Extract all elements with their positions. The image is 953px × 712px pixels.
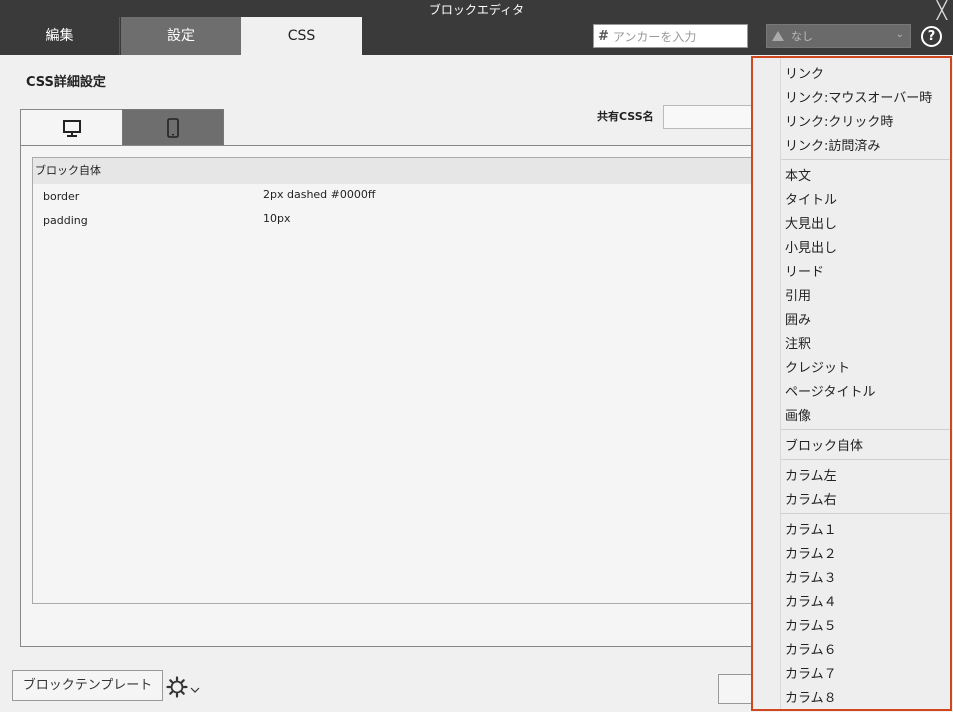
menu-item[interactable]: カラム３: [785, 567, 837, 586]
smartphone-icon: [167, 117, 179, 138]
menu-item[interactable]: カラム８: [785, 687, 837, 706]
gear-icon: [166, 676, 188, 698]
menu-item[interactable]: 小見出し: [785, 237, 837, 256]
menu-item[interactable]: 大見出し: [785, 213, 837, 232]
menu-item[interactable]: カラム２: [785, 543, 837, 562]
menu-separator: [781, 513, 950, 514]
tab-desktop[interactable]: [20, 109, 123, 146]
menu-item[interactable]: ブロック自体: [785, 435, 863, 454]
desktop-icon: [62, 120, 81, 137]
tab-mobile[interactable]: [122, 109, 224, 146]
shared-css-input[interactable]: [663, 105, 763, 129]
menu-item[interactable]: リンク: [785, 63, 824, 82]
css-target-menu: リンク リンク:マウスオーバー時 リンク:クリック時 リンク:訪問済み 本文 タ…: [751, 56, 952, 711]
menu-item[interactable]: リンク:訪問済み: [785, 135, 880, 154]
menu-item[interactable]: リンク:マウスオーバー時: [785, 87, 932, 106]
menu-item[interactable]: カラム４: [785, 591, 837, 610]
menu-item[interactable]: カラム７: [785, 663, 837, 682]
menu-item[interactable]: 本文: [785, 165, 811, 184]
css-panel: ブロック自体 border 2px dashed #0000ff padding…: [20, 145, 765, 647]
menu-item[interactable]: カラム１: [785, 519, 837, 538]
menu-item[interactable]: カラム左: [785, 465, 837, 484]
close-icon[interactable]: ╳: [937, 2, 947, 20]
anchor-placeholder: アンカーを入力: [612, 29, 697, 44]
style-select[interactable]: なし ⌄: [766, 24, 911, 48]
table-row[interactable]: padding 10px: [33, 208, 761, 232]
gear-menu-button[interactable]: [166, 676, 200, 698]
hash-icon: #: [598, 28, 609, 44]
tab-css[interactable]: CSS: [241, 17, 362, 55]
anchor-input[interactable]: # アンカーを入力: [593, 24, 748, 48]
section-title: CSS詳細設定: [26, 75, 106, 90]
menu-separator: [781, 159, 950, 160]
menu-item[interactable]: カラム右: [785, 489, 837, 508]
menu-item[interactable]: クレジット: [785, 357, 850, 376]
group-header: ブロック自体: [33, 158, 761, 184]
style-select-value: なし: [791, 30, 813, 43]
property-value[interactable]: 10px: [263, 212, 291, 225]
block-template-button[interactable]: ブロックテンプレート: [12, 670, 163, 701]
menu-item[interactable]: ページタイトル: [785, 381, 875, 400]
menu-item[interactable]: 引用: [785, 285, 811, 304]
table-row[interactable]: border 2px dashed #0000ff: [33, 184, 761, 208]
chevron-down-icon: ⌄: [895, 29, 904, 40]
chevron-down-icon: [190, 687, 200, 693]
property-name: padding: [43, 214, 88, 227]
property-list: ブロック自体 border 2px dashed #0000ff padding…: [32, 157, 762, 604]
menu-separator: [781, 459, 950, 460]
menu-divider: [780, 58, 781, 709]
menu-separator: [781, 429, 950, 430]
menu-item[interactable]: カラム５: [785, 615, 837, 634]
shared-css-label: 共有CSS名: [597, 110, 654, 123]
tab-edit[interactable]: 編集: [0, 17, 120, 55]
property-value[interactable]: 2px dashed #0000ff: [263, 188, 375, 201]
menu-item[interactable]: 囲み: [785, 309, 811, 328]
text-style-icon: [772, 31, 784, 41]
tab-settings[interactable]: 設定: [121, 17, 241, 55]
menu-item[interactable]: 注釈: [785, 333, 811, 352]
window-title: ブロックエディタ: [428, 3, 525, 17]
property-name: border: [43, 190, 80, 203]
menu-item[interactable]: タイトル: [785, 189, 837, 208]
help-icon[interactable]: ?: [921, 26, 942, 47]
menu-item[interactable]: リンク:クリック時: [785, 111, 893, 130]
menu-item[interactable]: カラム６: [785, 639, 837, 658]
menu-item[interactable]: 画像: [785, 405, 811, 424]
menu-item[interactable]: リード: [785, 261, 824, 280]
